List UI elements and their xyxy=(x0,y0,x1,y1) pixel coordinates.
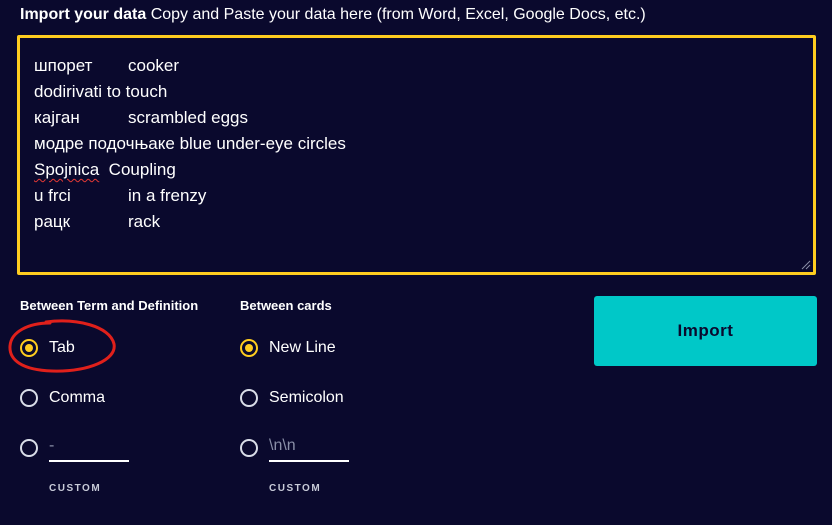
card-separator-newline-option[interactable]: New Line xyxy=(240,336,336,360)
data-row: шпорет cooker xyxy=(34,55,179,77)
radio-icon[interactable] xyxy=(20,389,38,407)
option-label: Comma xyxy=(49,389,106,406)
import-title: Import your data xyxy=(20,6,147,23)
card-separator-semicolon-option[interactable]: Semicolon xyxy=(240,386,344,410)
resize-grip-icon[interactable] xyxy=(801,260,811,270)
term-separator-tab-option[interactable]: Tab xyxy=(20,336,75,360)
data-definition: Coupling xyxy=(108,160,176,179)
radio-icon[interactable] xyxy=(20,439,38,457)
option-label: Semicolon xyxy=(269,389,344,406)
data-term: Spojnica xyxy=(34,160,100,179)
data-term: модре подочњаке xyxy=(34,134,175,153)
radio-icon[interactable] xyxy=(240,439,258,457)
term-definition-title: Between Term and Definition xyxy=(20,298,199,313)
term-custom-caption: CUSTOM xyxy=(49,483,102,494)
term-custom-separator-input[interactable] xyxy=(49,434,129,462)
import-button[interactable]: Import xyxy=(594,296,817,366)
radio-selected-icon[interactable] xyxy=(240,339,258,357)
data-row: модре подочњаке blue under-eye circles xyxy=(34,133,346,155)
data-definition: to touch xyxy=(106,82,168,101)
card-custom-caption: CUSTOM xyxy=(269,483,322,494)
option-label: Tab xyxy=(49,339,75,356)
option-label: New Line xyxy=(269,339,336,356)
data-row: Spojnica Coupling xyxy=(34,159,176,181)
data-term: рацк xyxy=(34,212,71,231)
data-term: dodirivati xyxy=(34,82,103,101)
data-row: кајган scrambled eggs xyxy=(34,107,248,129)
card-separator-custom-option[interactable] xyxy=(240,436,258,460)
data-term: u frci xyxy=(34,186,71,205)
term-separator-custom-option[interactable] xyxy=(20,436,38,460)
radio-icon[interactable] xyxy=(240,389,258,407)
data-row: dodirivati to touch xyxy=(34,81,167,103)
data-definition: scrambled eggs xyxy=(128,108,249,127)
data-row: u frci in a frenzy xyxy=(34,185,206,207)
between-cards-title: Between cards xyxy=(240,298,332,313)
data-term: кајган xyxy=(34,108,80,127)
data-definition: blue under-eye circles xyxy=(179,134,346,153)
data-term: шпорет xyxy=(34,56,93,75)
radio-selected-icon[interactable] xyxy=(20,339,38,357)
term-separator-comma-option[interactable]: Comma xyxy=(20,386,105,410)
card-custom-separator-input[interactable] xyxy=(269,434,349,462)
data-definition: rack xyxy=(128,212,161,231)
data-definition: cooker xyxy=(128,56,180,75)
import-header: Import your data Copy and Paste your dat… xyxy=(20,5,646,25)
import-subtitle: Copy and Paste your data here (from Word… xyxy=(150,6,646,23)
data-row: рацк rack xyxy=(34,211,160,233)
import-page: Import your data Copy and Paste your dat… xyxy=(0,0,832,525)
import-data-textarea[interactable]: шпорет cooker dodirivati to touch кајган s… xyxy=(17,35,816,275)
data-definition: in a frenzy xyxy=(128,186,207,205)
